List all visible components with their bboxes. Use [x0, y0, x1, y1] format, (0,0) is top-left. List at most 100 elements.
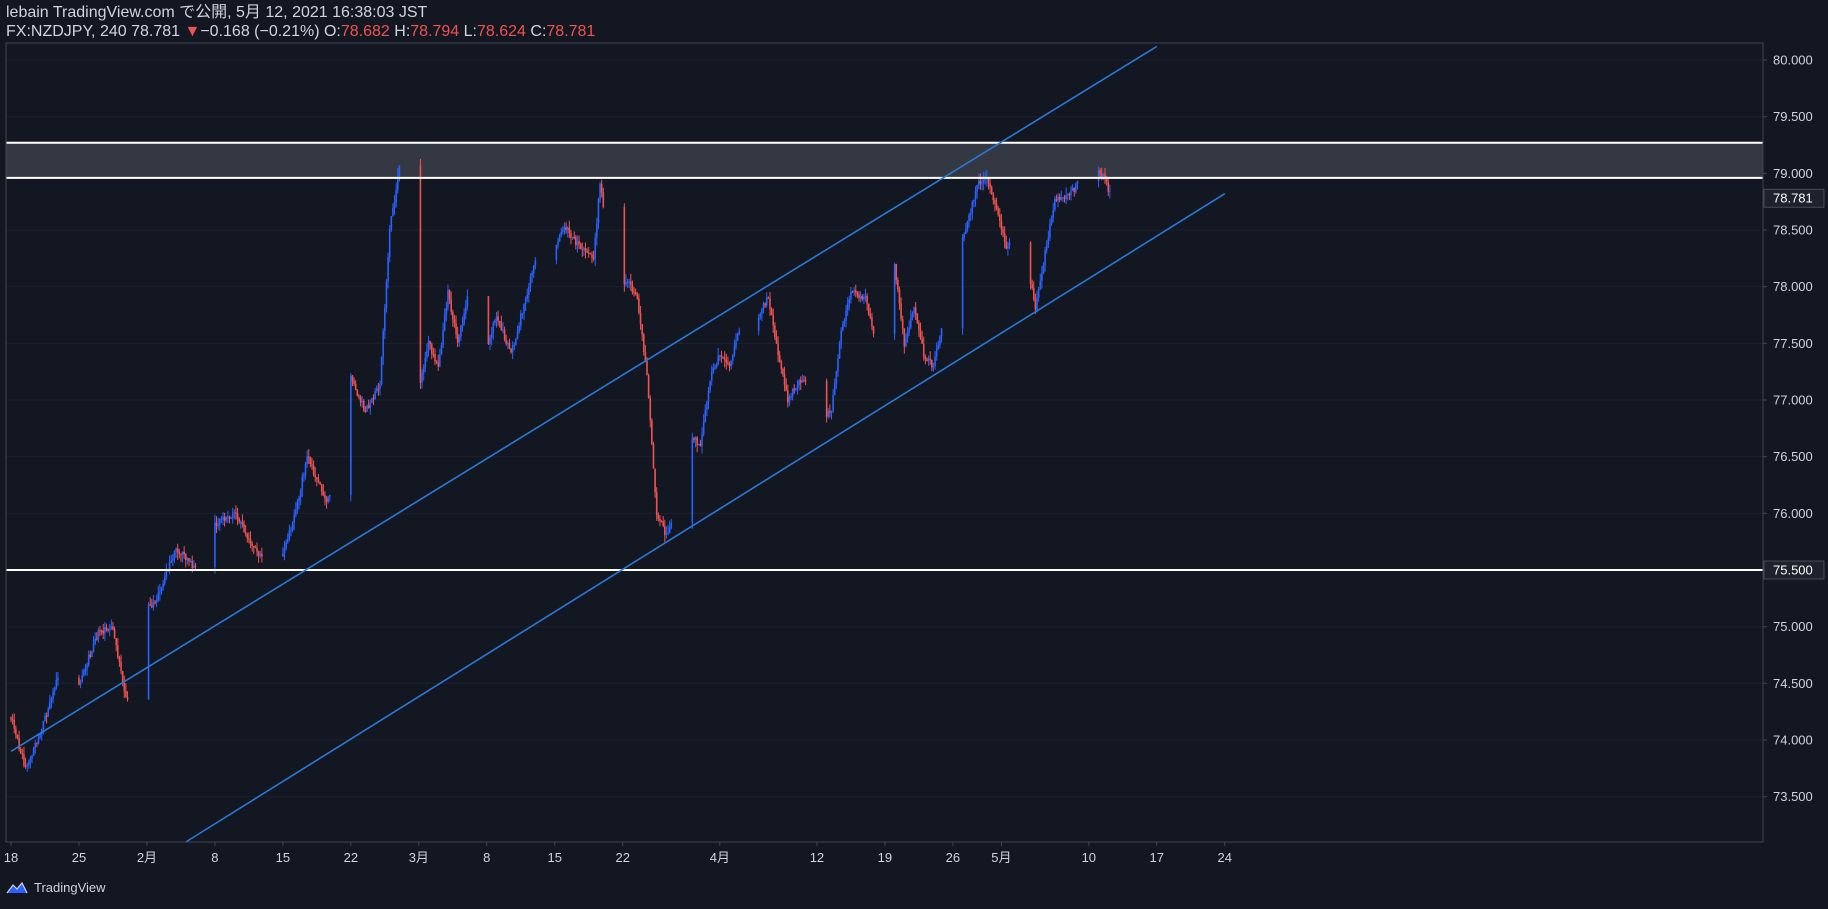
candle-body [100, 630, 103, 632]
candle-body [222, 516, 224, 519]
candle-body [832, 395, 834, 411]
candle-body [301, 476, 304, 490]
candle-body [29, 758, 32, 763]
candle-body [900, 303, 902, 320]
candle-body [995, 203, 998, 209]
candle-body [324, 495, 326, 499]
candle-body [1047, 237, 1050, 245]
time-tick-label: 25 [72, 850, 86, 865]
candle-body [369, 402, 372, 408]
candle-body [654, 468, 656, 493]
footer-brand[interactable]: TradingView [6, 880, 106, 895]
candle-body [851, 291, 854, 293]
candle-body [997, 208, 999, 215]
candle-body [919, 329, 922, 339]
candle-body [283, 548, 286, 554]
candle-body [1068, 194, 1071, 196]
candle-body [853, 290, 855, 293]
candle-body [307, 456, 310, 458]
candle-body [777, 343, 779, 356]
candle-body [557, 241, 559, 245]
candle-body [240, 521, 242, 523]
candle-body [312, 465, 315, 475]
candle-body [573, 236, 575, 238]
candle-body [13, 719, 16, 729]
candle-body [989, 183, 991, 188]
candle-body [327, 496, 329, 502]
candle-body [316, 477, 318, 480]
candle-body [976, 185, 978, 192]
candle-body [994, 200, 996, 204]
candle-body [49, 701, 51, 709]
candle-body [443, 314, 446, 331]
candle-body [833, 383, 836, 396]
candle-body [558, 235, 561, 242]
candle-body [105, 627, 108, 630]
candle-body [309, 457, 312, 465]
candle-body [442, 330, 444, 345]
candle-body [173, 550, 176, 559]
candle-body [1002, 229, 1004, 234]
candle-body [699, 444, 702, 447]
candle-body [838, 342, 841, 359]
close-value: 78.781 [546, 23, 596, 40]
chart-header: lebain TradingView.com で公開, 5月 12, 2021 … [6, 4, 595, 42]
candle-body [623, 206, 626, 285]
candle-body [118, 657, 121, 662]
candle-body [251, 543, 253, 547]
candle-body [861, 296, 864, 300]
candle-body [306, 456, 308, 465]
candle-body [937, 344, 940, 349]
candle-body [319, 481, 321, 485]
candle-body [914, 307, 917, 314]
candle-body [215, 522, 218, 526]
candle-body [57, 677, 59, 680]
candle-body [314, 474, 317, 478]
candle-body [427, 340, 430, 351]
candle-body [193, 565, 195, 569]
candle-body [379, 384, 381, 389]
price-tick-label: 77.500 [1773, 336, 1813, 351]
time-tick-label: 26 [946, 850, 960, 865]
candle-body [565, 227, 567, 230]
candle-body [566, 227, 569, 230]
candle-body [772, 315, 775, 326]
candle-body [922, 343, 925, 357]
candle-body [295, 509, 297, 516]
candle-body [303, 474, 305, 477]
candle-body [126, 696, 129, 700]
time-tick-label: 19 [878, 850, 892, 865]
candle-body [727, 362, 729, 364]
candle-body [353, 381, 355, 385]
candle-body [364, 410, 367, 412]
candle-body [1029, 242, 1032, 284]
price-label-text: 75.500 [1773, 563, 1813, 578]
candle-body [662, 521, 664, 526]
candle-body [668, 527, 671, 533]
candle-body [788, 397, 791, 403]
candle-body [693, 438, 695, 440]
candle-body [99, 630, 101, 632]
candle-body [1003, 233, 1006, 242]
candle-body [419, 165, 422, 383]
candle-body [1062, 197, 1064, 199]
candle-body [1032, 288, 1035, 300]
candle-body [165, 570, 168, 578]
candle-body [1034, 299, 1037, 310]
candle-body [95, 638, 98, 640]
candle-body [939, 336, 941, 345]
candle-body [112, 626, 114, 630]
candle-body [850, 291, 852, 300]
candle-body [464, 306, 467, 314]
candle-body [87, 654, 90, 666]
candle-body [233, 512, 236, 514]
candle-body [579, 243, 582, 250]
tradingview-logo-icon [6, 881, 28, 893]
candle-body [534, 260, 537, 266]
candle-body [1097, 170, 1100, 182]
open-label: O: [323, 23, 341, 40]
candle-body [1041, 273, 1043, 282]
candle-body [421, 373, 423, 383]
candle-body [1107, 181, 1110, 192]
price-chart[interactable]: 73.500 74.000 74.500 75.000 75.500 76.000 76.5… [0, 0, 1828, 909]
